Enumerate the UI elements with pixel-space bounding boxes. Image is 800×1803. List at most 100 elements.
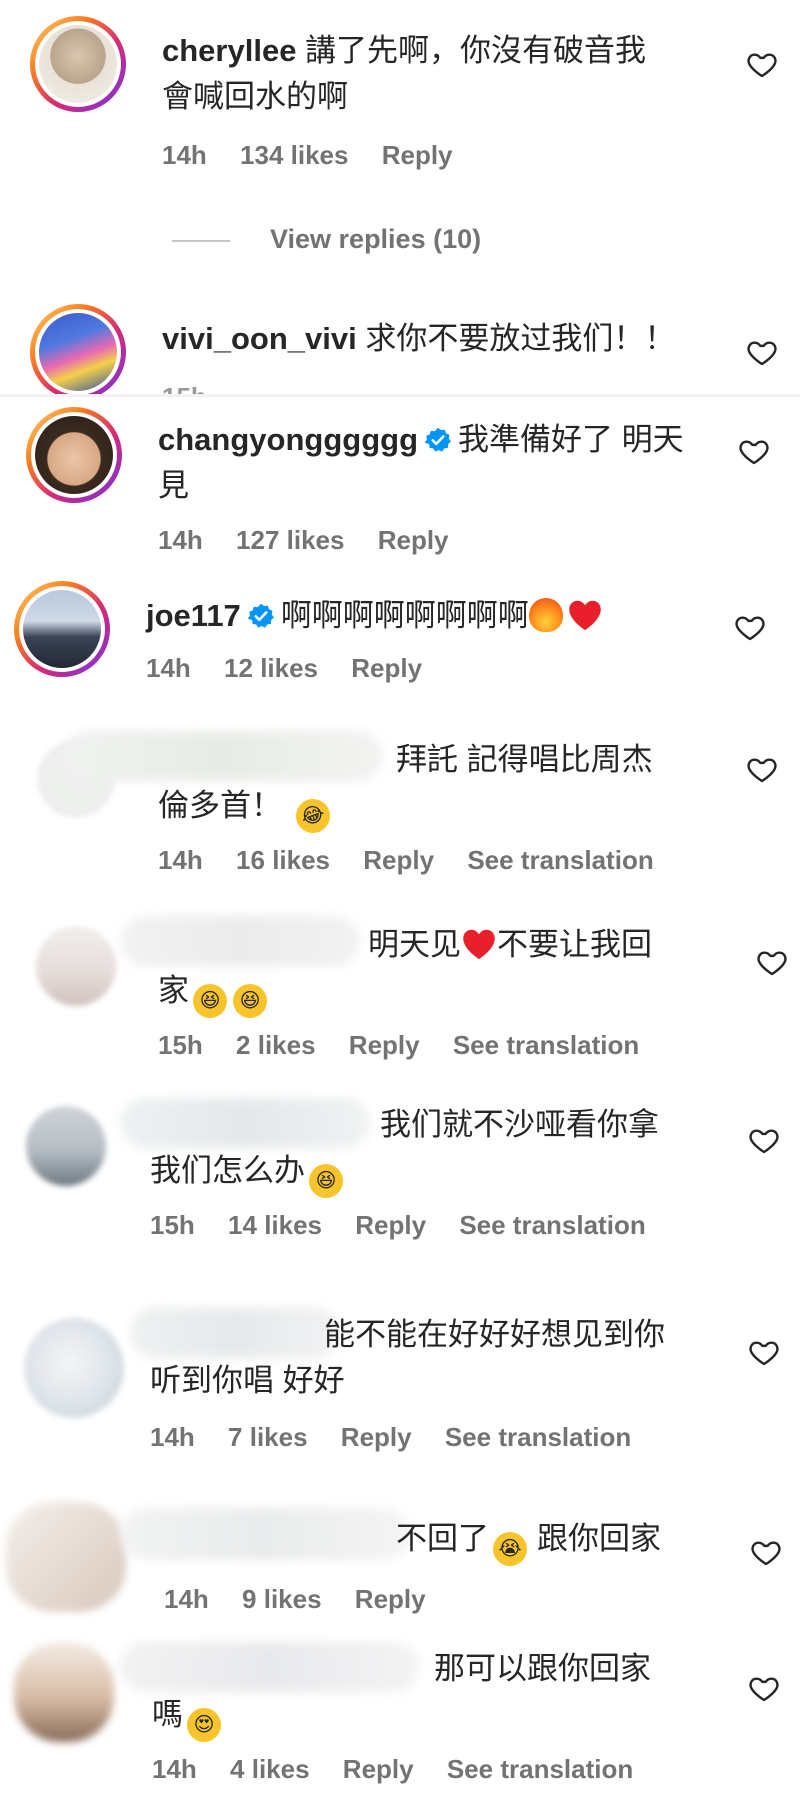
comment-text: vivi_oon_vivi 求你不要放过我们！！ (162, 316, 722, 362)
loudly-crying-emoji-icon: 😭 (493, 1532, 527, 1566)
avatar[interactable] (26, 1106, 106, 1186)
see-translation-button[interactable]: See translation (467, 845, 653, 875)
comment-text: 不回了 😭 跟你回家 (164, 1516, 724, 1566)
heart-icon[interactable] (746, 753, 778, 785)
avatar-photo (35, 416, 113, 494)
reply-button[interactable]: Reply (378, 525, 449, 555)
reply-button[interactable]: Reply (355, 1584, 426, 1614)
comment-likes[interactable]: 134 likes (240, 140, 348, 170)
comment-time: 14h (152, 1754, 197, 1784)
comment-body: 能不能在好好好想见到你 (324, 1317, 665, 1352)
comment-likes[interactable]: 12 likes (224, 653, 318, 683)
comment-body-line2: 家 (158, 973, 189, 1008)
comment-body: 那可以跟你回家 (434, 1651, 651, 1686)
comment-text: joe117 啊啊啊啊啊啊啊啊 (146, 593, 706, 639)
comment-username[interactable]: cheryllee (162, 33, 296, 68)
comment-time: 14h (158, 845, 203, 875)
comment-text: changyongggggg 我準備好了 明天 見 (158, 417, 718, 509)
verified-badge-icon (424, 426, 452, 454)
reply-button[interactable]: Reply (363, 845, 434, 875)
verified-badge-icon (247, 602, 275, 630)
avatar[interactable] (6, 1502, 126, 1612)
avatar[interactable] (30, 16, 126, 112)
comment-username[interactable]: changyongggggg (158, 422, 418, 457)
replies-divider (172, 240, 230, 242)
avatar[interactable] (26, 407, 122, 503)
comment-text: 能不能在好好好想见到你 听到你唱 好好 (150, 1312, 730, 1404)
comment-likes[interactable]: 127 likes (236, 525, 344, 555)
avatar-photo (39, 313, 117, 391)
comment-body-line2: 我们怎么办 (150, 1153, 305, 1188)
heart-icon[interactable] (734, 611, 766, 643)
comment-text: 我们就不沙哑看你拿 我们怎么办 😆 (150, 1102, 730, 1198)
avatar[interactable] (24, 1318, 124, 1418)
avatar[interactable] (14, 581, 110, 677)
comment-likes[interactable]: 16 likes (236, 845, 330, 875)
comment-body-cont: 跟你回家 (537, 1521, 661, 1556)
comment-meta: 14h 16 likes Reply See translation (158, 845, 680, 876)
comment-meta: 14h 7 likes Reply See translation (150, 1422, 657, 1453)
avatar-ring (35, 309, 121, 395)
comment-username[interactable]: joe117 (146, 598, 241, 633)
heart-icon[interactable] (756, 946, 788, 978)
view-replies-button[interactable]: View replies (10) (270, 224, 481, 255)
avatar-photo (39, 25, 117, 103)
avatar-photo (23, 590, 101, 668)
comment-time: 14h (162, 140, 207, 170)
comment-body-cont: 不要让我回 (497, 927, 652, 962)
comment-meta: 14h 4 likes Reply See translation (152, 1754, 659, 1785)
comment-likes[interactable]: 4 likes (230, 1754, 310, 1784)
comment-time: 14h (164, 1584, 209, 1614)
heart-icon[interactable] (748, 1124, 780, 1156)
comment-text: cheryllee 講了先啊，你沒有破音我 會喊回水的啊 (162, 28, 702, 120)
heart-icon[interactable] (748, 1672, 780, 1704)
comment-body-line2: 倫多首！ (158, 788, 282, 823)
comment-time: 15h (150, 1210, 195, 1240)
avatar-photo (36, 926, 116, 1006)
grinning-squint-emoji-icon: 😆 (233, 984, 267, 1018)
avatar[interactable] (30, 304, 126, 396)
comment-time: 14h (146, 653, 191, 683)
comment-meta: 14h 9 likes Reply (164, 1584, 452, 1615)
see-translation-button[interactable]: See translation (445, 1422, 631, 1452)
fire-emoji-icon (528, 598, 563, 632)
comment-likes[interactable]: 9 likes (242, 1584, 322, 1614)
avatar[interactable] (14, 1642, 114, 1742)
avatar-photo (26, 1106, 106, 1186)
comment-body: 我们就不沙哑看你拿 (380, 1107, 659, 1142)
comment-meta: 15h 14 likes Reply See translation (150, 1210, 672, 1241)
avatar-ring (35, 21, 121, 107)
comment-likes[interactable]: 14 likes (228, 1210, 322, 1240)
comment-meta: 14h 12 likes Reply (146, 653, 448, 684)
reply-button[interactable]: Reply (349, 1030, 420, 1060)
heart-icon[interactable] (750, 1536, 782, 1568)
comment-username[interactable]: vivi_oon_vivi (162, 321, 357, 356)
avatar-ring (31, 412, 117, 498)
reply-button[interactable]: Reply (341, 1422, 412, 1452)
see-translation-button[interactable]: See translation (447, 1754, 633, 1784)
comment-body-line2: 听到你唱 好好 (150, 1363, 345, 1398)
heart-icon[interactable] (746, 48, 778, 80)
comment-body: 拜託 記得唱比周杰 (396, 742, 653, 777)
red-heart-emoji-icon (569, 600, 601, 630)
reply-button[interactable]: Reply (355, 1210, 426, 1240)
avatar-photo (6, 1502, 126, 1612)
reply-button[interactable]: Reply (351, 653, 422, 683)
heart-eyes-emoji-icon: 😍 (187, 1708, 221, 1742)
see-translation-button[interactable]: See translation (459, 1210, 645, 1240)
comment-meta: 15h 2 likes Reply See translation (158, 1030, 665, 1061)
heart-icon[interactable] (746, 336, 778, 368)
comment-likes[interactable]: 2 likes (236, 1030, 316, 1060)
heart-icon[interactable] (738, 435, 770, 467)
comment-meta: 14h 134 likes Reply (162, 140, 479, 171)
comment-likes[interactable]: 7 likes (228, 1422, 308, 1452)
comment-time: 15h (158, 1030, 203, 1060)
comment-text: 拜託 記得唱比周杰 倫多首！ 😂 (158, 737, 718, 838)
reply-button[interactable]: Reply (382, 140, 453, 170)
avatar[interactable] (36, 926, 116, 1006)
comment-body: 明天见 (368, 927, 461, 962)
see-translation-button[interactable]: See translation (453, 1030, 639, 1060)
heart-icon[interactable] (748, 1336, 780, 1368)
reply-button[interactable]: Reply (343, 1754, 414, 1784)
comment-time: 14h (150, 1422, 195, 1452)
